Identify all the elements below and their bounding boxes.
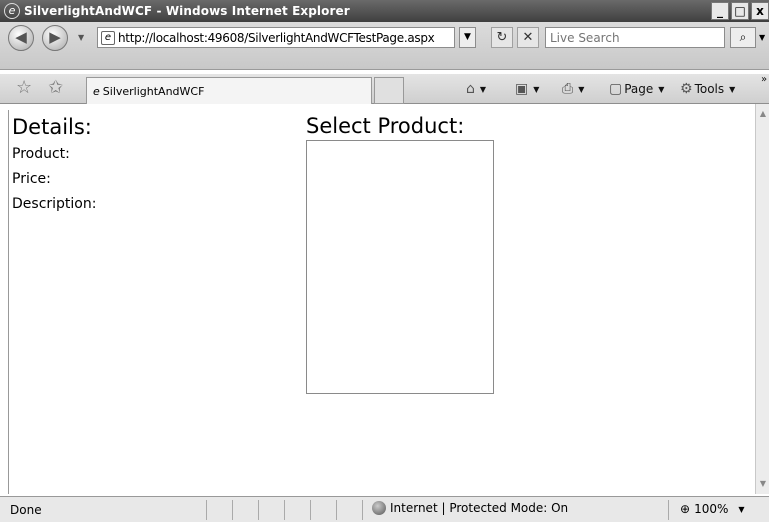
chevron-down-icon: ▼ [729, 84, 736, 94]
address-bar[interactable]: e http://localhost:49608/SilverlightAndW… [97, 27, 455, 48]
page-menu-label: Page [624, 82, 654, 96]
status-divider [206, 500, 207, 520]
search-box[interactable] [545, 27, 725, 48]
maximize-button[interactable]: □ [731, 2, 749, 20]
favorites-star-icon[interactable]: ☆ [16, 79, 32, 97]
zoom-control[interactable]: ⊕ 100% ▼ [680, 502, 745, 516]
new-tab-button[interactable] [374, 77, 404, 104]
gear-icon: ⚙ [680, 81, 693, 97]
status-bar: Done Internet | Protected Mode: On ⊕ 100… [0, 496, 769, 522]
description-label: Description: [12, 196, 97, 212]
refresh-icon[interactable]: ↻ [491, 27, 513, 48]
zoom-icon: ⊕ [680, 502, 691, 516]
price-label: Price: [12, 171, 51, 187]
status-divider [232, 500, 233, 520]
page-menu-icon: ▢ [609, 81, 623, 97]
scroll-down-icon[interactable]: ▼ [757, 477, 769, 491]
feeds-button[interactable]: ▣ ▼ [515, 81, 539, 97]
zoom-level: 100% [694, 502, 729, 516]
address-url[interactable]: http://localhost:49608/SilverlightAndWCF… [118, 31, 435, 45]
home-icon: ⌂ [466, 81, 475, 97]
recent-pages-dropdown[interactable]: ▼ [78, 33, 84, 42]
details-heading: Details: [12, 115, 92, 139]
favorites-bar: ☆ ✩ e SilverlightAndWCF ⌂ ▼ ▣ ▼ ⎙ ▼ ▢ Pa… [0, 74, 769, 104]
feeds-icon: ▣ [515, 81, 529, 97]
scroll-up-icon[interactable]: ▲ [757, 107, 769, 121]
tab-page-icon: e [93, 84, 100, 98]
status-divider [284, 500, 285, 520]
search-icon[interactable]: ⌕ [730, 27, 756, 48]
product-listbox[interactable] [306, 140, 494, 394]
chevron-down-icon: ▼ [738, 504, 745, 514]
search-input[interactable] [546, 28, 724, 47]
tab-label: SilverlightAndWCF [102, 84, 205, 98]
minimize-button[interactable]: _ [711, 2, 729, 20]
tools-menu-label: Tools [694, 82, 725, 96]
status-text: Done [10, 503, 42, 517]
select-product-heading: Select Product: [306, 114, 465, 138]
home-button[interactable]: ⌂ ▼ [466, 81, 486, 97]
status-divider [310, 500, 311, 520]
back-button[interactable]: ◀ [8, 25, 34, 51]
title-bar: e SilverlightAndWCF - Windows Internet E… [0, 0, 769, 22]
status-divider [668, 500, 669, 520]
tab-silverlightandwcf[interactable]: e SilverlightAndWCF [86, 77, 372, 104]
search-dropdown[interactable]: ▼ [759, 33, 765, 42]
forward-button[interactable]: ▶ [42, 25, 68, 51]
window-title: SilverlightAndWCF - Windows Internet Exp… [24, 4, 350, 18]
status-divider [258, 500, 259, 520]
print-icon: ⎙ [562, 81, 574, 97]
navigation-bar: ◀ ▶ ▼ e http://localhost:49608/Silverlig… [0, 22, 769, 70]
silverlight-content: Details: Product: Price: Description: Se… [8, 110, 753, 494]
add-favorites-icon[interactable]: ✩ [48, 79, 63, 97]
window-controls: _ □ x [711, 2, 769, 20]
globe-icon [372, 501, 386, 515]
chevron-down-icon: ▼ [658, 84, 665, 94]
chevron-down-icon: ▼ [533, 84, 540, 94]
chevron-down-icon: ▼ [578, 84, 585, 94]
status-divider [362, 500, 363, 520]
security-zone-label: Internet | Protected Mode: On [390, 501, 569, 515]
security-zone[interactable]: Internet | Protected Mode: On [372, 501, 568, 515]
address-dropdown[interactable]: ▼ [459, 27, 476, 48]
vertical-scrollbar[interactable]: ▲ ▼ [755, 104, 769, 494]
stop-icon[interactable]: ✕ [517, 27, 539, 48]
status-divider [336, 500, 337, 520]
tools-menu[interactable]: ⚙ Tools ▼ [680, 81, 735, 97]
close-button[interactable]: x [751, 2, 769, 20]
page-menu[interactable]: ▢ Page ▼ [609, 81, 664, 97]
page-icon: e [101, 30, 115, 45]
more-commands-icon[interactable]: » [761, 74, 767, 85]
ie-logo-icon: e [4, 3, 20, 19]
print-button[interactable]: ⎙ ▼ [562, 81, 584, 97]
chevron-down-icon: ▼ [479, 84, 487, 94]
product-label: Product: [12, 146, 70, 162]
